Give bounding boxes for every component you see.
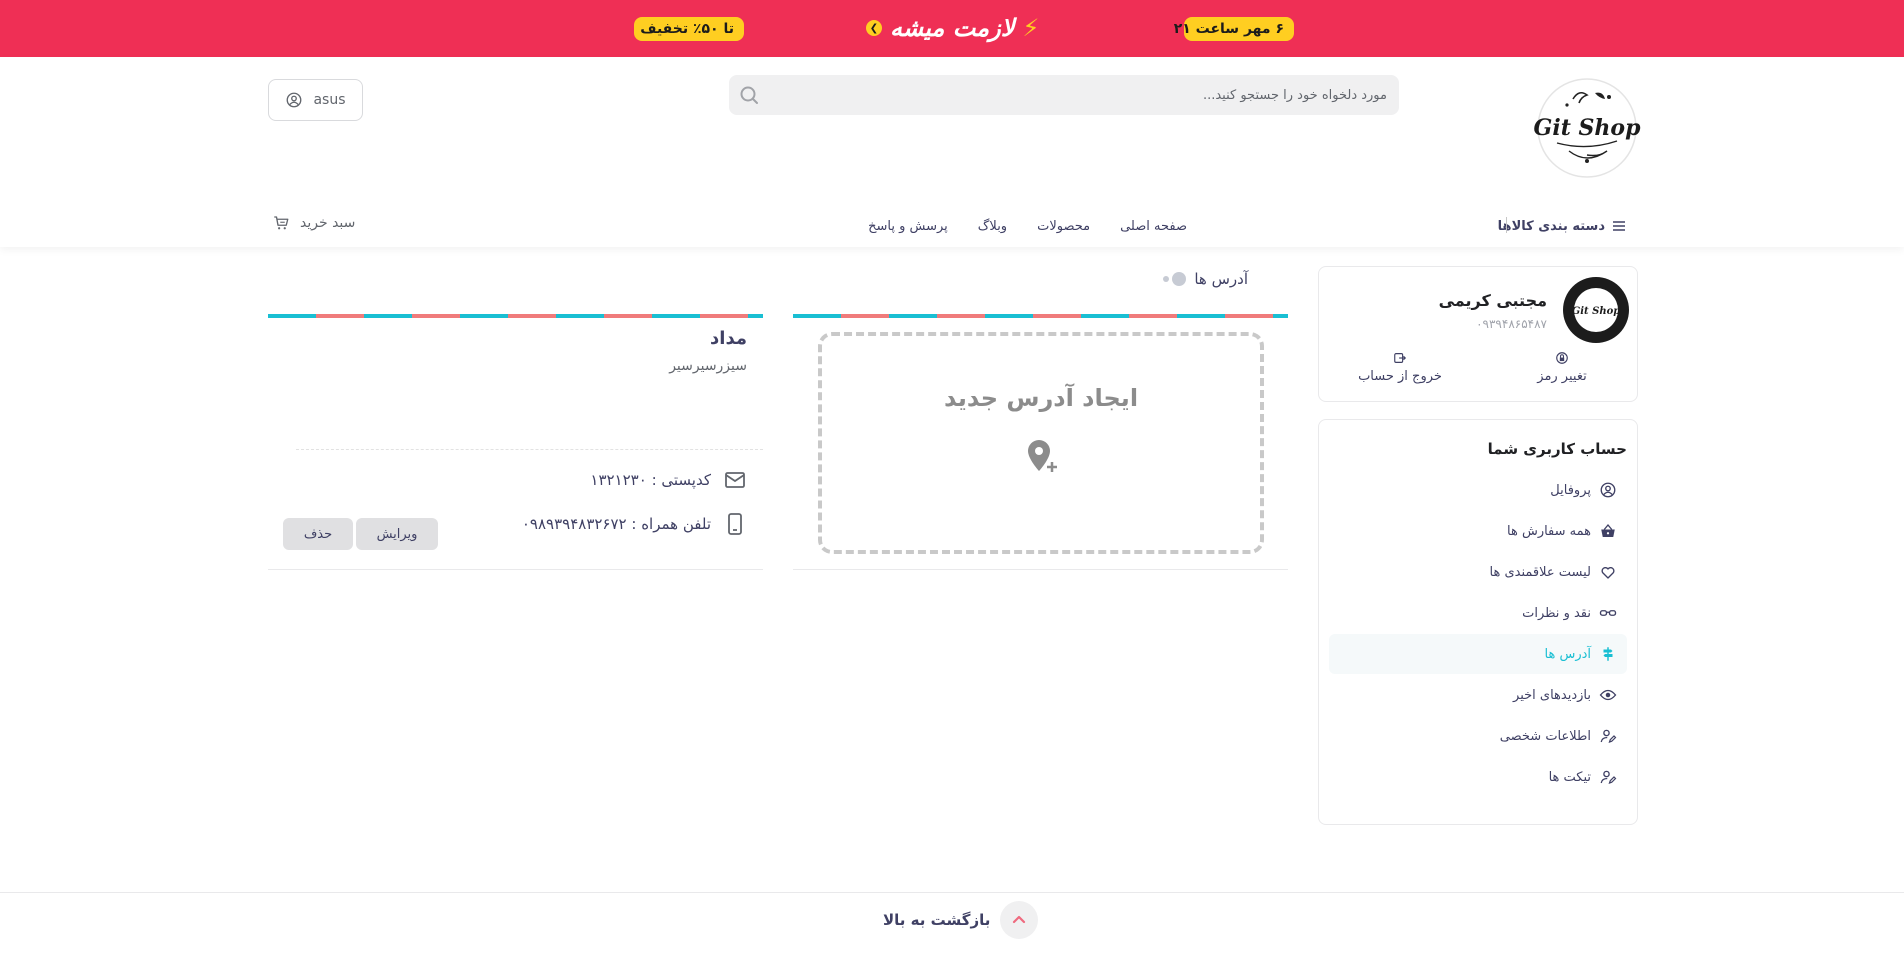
create-address-label: ایجاد آدرس جدید bbox=[943, 384, 1139, 412]
search-icon[interactable] bbox=[737, 83, 761, 107]
nav-link-faq[interactable]: پرسش و پاسخ bbox=[868, 219, 948, 234]
title-dots-icon bbox=[1163, 272, 1187, 286]
card-stripe bbox=[268, 314, 763, 318]
menu-item-personal-info[interactable]: اطلاعات شخصی bbox=[1329, 716, 1627, 756]
menu-item-label: نقد و نظرات bbox=[1522, 605, 1591, 621]
section-title-text: آدرس ها bbox=[1194, 270, 1248, 288]
menu-item-reviews[interactable]: نقد و نظرات bbox=[1329, 593, 1627, 633]
address-phone: تلفن همراه : ۰۹۸۹۳۹۴۸۳۲۶۷۲ bbox=[522, 512, 747, 536]
menu-item-label: تیکت ها bbox=[1548, 769, 1591, 785]
promo-banner[interactable]: ۶ مهر ساعت ۲۱ ❮ لازمت میشه ⚡ تا ۵۰٪ تخفی… bbox=[0, 0, 1904, 57]
back-to-top-label: بازگشت به بالا bbox=[883, 911, 991, 929]
eye-icon bbox=[1599, 689, 1617, 701]
profile-card: Git Shop مجتبی کریمی ۰۹۳۹۴۸۶۵۴۸۷ تغییر ر… bbox=[1318, 266, 1638, 402]
logo-text: Git Shop bbox=[1534, 115, 1641, 141]
avatar: Git Shop bbox=[1563, 277, 1629, 343]
address-postal-code: کدپستی : ۱۳۲۱۲۳۰ bbox=[590, 468, 747, 492]
menu-item-label: پروفایل bbox=[1550, 482, 1591, 498]
site-header: Git Shop asus دسته بندی کالاها صفحه اصلی… bbox=[0, 57, 1904, 247]
user-circle-icon bbox=[287, 92, 302, 108]
create-address-button[interactable]: ایجاد آدرس جدید bbox=[818, 332, 1264, 554]
envelope-icon bbox=[725, 472, 745, 488]
footer: بازگشت به بالا bbox=[0, 892, 1904, 955]
menu-item-addresses[interactable]: آدرس ها bbox=[1329, 634, 1627, 674]
nav-link-home[interactable]: صفحه اصلی bbox=[1120, 219, 1187, 234]
user-circle-icon bbox=[1600, 482, 1616, 498]
menu-item-profile[interactable]: پروفایل bbox=[1329, 470, 1627, 510]
menu-item-label: بازدیدهای اخیر bbox=[1513, 687, 1591, 703]
logout-label: خروج از حساب bbox=[1358, 369, 1442, 384]
promo-brand: ❮ لازمت میشه ⚡ bbox=[866, 10, 1039, 46]
menu-item-orders[interactable]: همه سفارش ها bbox=[1329, 511, 1627, 551]
phone-text: تلفن همراه : ۰۹۸۹۳۹۴۸۳۲۶۷۲ bbox=[521, 515, 711, 533]
search-bar[interactable] bbox=[729, 75, 1399, 115]
promo-date-badge: ۶ مهر ساعت ۲۱ bbox=[1174, 17, 1294, 41]
menu-item-wishlist[interactable]: لیست علاقمندی ها bbox=[1329, 552, 1627, 592]
logout-button[interactable]: خروج از حساب bbox=[1335, 351, 1465, 384]
promo-discount-badge: تا ۵۰٪ تخفیف bbox=[634, 17, 744, 41]
location-add-icon bbox=[1028, 440, 1057, 472]
nav-categories[interactable]: دسته بندی کالاها bbox=[1498, 213, 1627, 239]
nav-link-products[interactable]: محصولات bbox=[1037, 219, 1090, 234]
menu-item-label: اطلاعات شخصی bbox=[1499, 728, 1591, 744]
user-edit-icon bbox=[1600, 770, 1617, 784]
account-menu-title: حساب کاربری شما bbox=[1487, 440, 1627, 458]
chevron-left-icon: ❮ bbox=[866, 20, 882, 36]
delete-address-button[interactable]: حذف bbox=[283, 518, 353, 550]
lock-refresh-icon bbox=[1556, 352, 1568, 364]
cart-icon bbox=[274, 216, 289, 230]
profile-phone: ۰۹۳۹۴۸۶۵۴۸۷ bbox=[1476, 317, 1547, 331]
basket-icon bbox=[1601, 523, 1615, 537]
search-input[interactable] bbox=[773, 75, 1387, 115]
address-divider bbox=[296, 449, 763, 450]
avatar-logo-text: Git Shop bbox=[1572, 306, 1621, 317]
heart-icon bbox=[1601, 566, 1615, 579]
user-menu-button[interactable]: asus bbox=[268, 79, 363, 121]
edit-address-button[interactable]: ویرایش bbox=[356, 518, 438, 550]
card-stripe bbox=[793, 314, 1288, 318]
nav-link-blog[interactable]: وبلاگ bbox=[978, 219, 1007, 234]
user-name: asus bbox=[313, 92, 346, 108]
cart-button[interactable]: سبد خرید bbox=[272, 210, 355, 236]
change-password-label: تغییر رمز bbox=[1537, 369, 1587, 384]
menu-item-label: آدرس ها bbox=[1544, 646, 1592, 662]
address-title: مداد bbox=[710, 328, 747, 349]
account-menu: حساب کاربری شما پروفایل همه سفارش ها لیس… bbox=[1318, 419, 1638, 825]
new-address-card: ایجاد آدرس جدید bbox=[793, 314, 1288, 570]
menu-item-recent-views[interactable]: بازدیدهای اخیر bbox=[1329, 675, 1627, 715]
change-password-button[interactable]: تغییر رمز bbox=[1497, 351, 1627, 384]
user-edit-icon bbox=[1600, 729, 1617, 743]
site-logo[interactable]: Git Shop bbox=[1533, 77, 1641, 179]
postal-code-text: کدپستی : ۱۳۲۱۲۳۰ bbox=[590, 471, 711, 489]
profile-name: مجتبی کریمی bbox=[1438, 291, 1547, 310]
menu-item-tickets[interactable]: تیکت ها bbox=[1329, 757, 1627, 797]
nav-divider bbox=[1506, 217, 1507, 233]
nav-categories-label: دسته بندی کالاها bbox=[1497, 218, 1605, 234]
cart-label: سبد خرید bbox=[300, 215, 356, 231]
mobile-phone-icon bbox=[728, 513, 742, 535]
back-to-top-button[interactable]: بازگشت به بالا bbox=[883, 901, 1039, 939]
promo-brand-text: لازمت میشه bbox=[890, 14, 1015, 42]
menu-item-label: همه سفارش ها bbox=[1507, 523, 1591, 539]
chevron-up-icon bbox=[1000, 901, 1039, 939]
address-detail: سیزرسیرسیر bbox=[669, 358, 747, 374]
nav-links: صفحه اصلی محصولات وبلاگ پرسش و پاسخ bbox=[868, 213, 1187, 239]
menu-item-label: لیست علاقمندی ها bbox=[1489, 564, 1592, 580]
signpost-icon bbox=[1603, 647, 1613, 661]
menu-icon bbox=[1613, 221, 1625, 231]
section-title: آدرس ها bbox=[1163, 270, 1248, 288]
address-card: مداد سیزرسیرسیر کدپستی : ۱۳۲۱۲۳۰ تلفن هم… bbox=[268, 314, 763, 570]
logout-icon bbox=[1394, 353, 1407, 363]
glasses-icon bbox=[1599, 610, 1617, 616]
lightning-icon: ⚡ bbox=[1022, 14, 1040, 42]
